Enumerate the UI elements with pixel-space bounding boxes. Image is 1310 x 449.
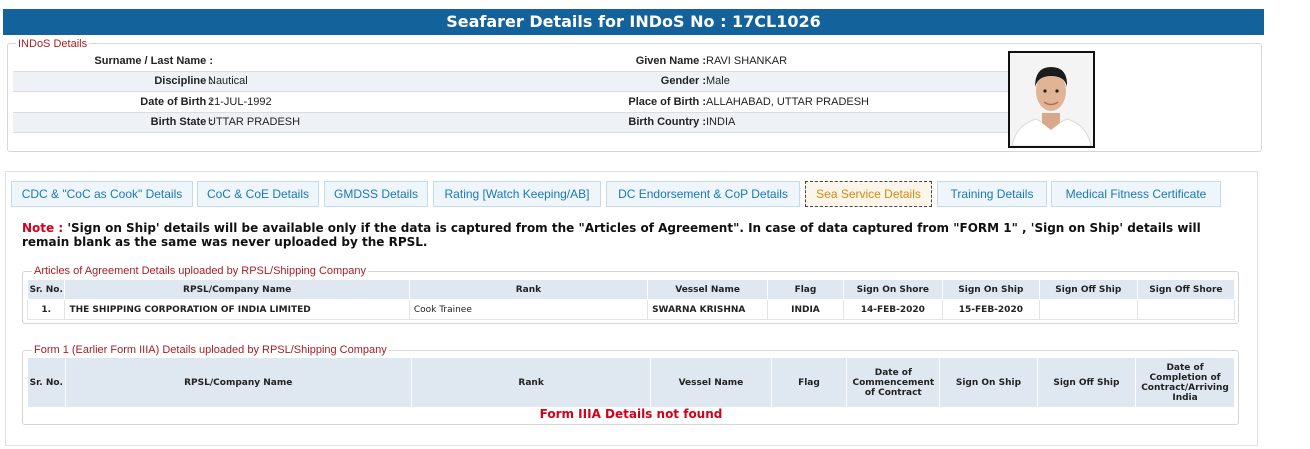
cell-sign-on-shore: 14-FEB-2020 — [842, 299, 943, 320]
note-text: 'Sign on Ship' details will be available… — [22, 221, 1201, 249]
col-rank: Rank — [410, 357, 652, 408]
page-title: Seafarer Details for INDoS No : 17CL1026 — [3, 9, 1264, 35]
col-sign-off-ship: Sign Off Ship — [1038, 279, 1138, 300]
given-name-value: RAVI SHANKAR — [706, 55, 788, 67]
indos-legend: INDoS Details — [16, 38, 90, 50]
col-completion: Date of Completion of Contract/Arriving … — [1135, 357, 1235, 408]
note-label: Note : — [22, 221, 64, 235]
col-company: RPSL/Company Name — [64, 279, 410, 300]
form1-not-found-message: Form IIIA Details not found — [539, 407, 723, 421]
tab-medical-fitness[interactable]: Medical Fitness Certificate — [1051, 181, 1221, 207]
cell-sr-no: 1. — [26, 299, 66, 320]
col-sign-off-shore: Sign Off Shore — [1136, 279, 1236, 300]
cell-sign-off-ship — [1038, 299, 1138, 320]
place-of-birth-value: ALLAHABAD, UTTAR PRADESH — [706, 96, 870, 108]
col-flag: Flag — [770, 357, 848, 408]
gender-label: Gender : — [660, 75, 706, 87]
surname-label: Surname / Last Name : — [94, 55, 213, 67]
articles-table: Sr. No. RPSL/Company Name Rank Vessel Na… — [26, 279, 1236, 320]
articles-legend: Articles of Agreement Details uploaded b… — [32, 265, 369, 277]
col-commencement: Date of Commencement of Contract — [846, 357, 941, 408]
birth-country-label: Birth Country : — [628, 116, 706, 128]
tab-sea-service[interactable]: Sea Service Details — [805, 181, 932, 207]
cell-vessel: SWARNA KRISHNA — [647, 299, 769, 320]
col-sr-no: Sr. No. — [27, 357, 66, 408]
cell-company: THE SHIPPING CORPORATION OF INDIA LIMITE… — [64, 299, 410, 320]
indos-row-state: Birth State : UTTAR PRADESH Birth Countr… — [13, 113, 1010, 133]
indos-row-birth: Date of Birth : 21-JUL-1992 Place of Bir… — [13, 93, 1010, 113]
col-sign-off-ship: Sign Off Ship — [1036, 357, 1137, 408]
birth-state-value: UTTAR PRADESH — [208, 116, 301, 128]
birth-country-value: INDIA — [706, 116, 736, 128]
form1-legend: Form 1 (Earlier Form IIIA) Details uploa… — [32, 344, 389, 356]
indos-row-name: Surname / Last Name : Given Name : RAVI … — [13, 52, 1010, 72]
table-header-row: Sr. No. RPSL/Company Name Rank Vessel Na… — [26, 279, 1236, 300]
sign-on-ship-note: Note : 'Sign on Ship' details will be av… — [22, 221, 1232, 249]
col-company: RPSL/Company Name — [64, 357, 412, 408]
place-of-birth-label: Place of Birth : — [628, 96, 706, 108]
form1-table: Sr. No. RPSL/Company Name Rank Vessel Na… — [27, 357, 1235, 408]
discipline-label: Discipline : — [154, 75, 213, 87]
col-sign-on-ship: Sign On Ship — [939, 357, 1038, 408]
tab-training[interactable]: Training Details — [937, 181, 1047, 207]
col-sign-on-shore: Sign On Shore — [842, 279, 943, 300]
tab-coc-coe[interactable]: CoC & CoE Details — [197, 181, 319, 207]
tab-gmdss[interactable]: GMDSS Details — [324, 181, 428, 207]
gender-value: Male — [706, 75, 730, 87]
cell-sign-on-ship: 15-FEB-2020 — [941, 299, 1040, 320]
table-row: 1. THE SHIPPING CORPORATION OF INDIA LIM… — [26, 299, 1236, 320]
cell-sign-off-shore — [1136, 299, 1236, 320]
table-header-row: Sr. No. RPSL/Company Name Rank Vessel Na… — [27, 357, 1235, 408]
col-flag: Flag — [767, 279, 844, 300]
indos-row-discipline: Discipline : Nautical Gender : Male — [13, 72, 1010, 92]
cell-rank: Cook Trainee — [408, 299, 649, 320]
dob-label: Date of Birth : — [140, 96, 213, 108]
tab-cdc-coc-cook[interactable]: CDC & "CoC as Cook" Details — [11, 181, 193, 207]
dob-value: 21-JUL-1992 — [208, 96, 272, 108]
col-sign-on-ship: Sign On Ship — [941, 279, 1040, 300]
col-vessel: Vessel Name — [650, 357, 772, 408]
col-sr-no: Sr. No. — [26, 279, 66, 300]
tab-dc-endorsement-cop[interactable]: DC Endorsement & CoP Details — [606, 181, 800, 207]
cell-flag: INDIA — [767, 299, 844, 320]
birth-state-label: Birth State : — [150, 116, 213, 128]
given-name-label: Given Name : — [635, 55, 706, 67]
col-vessel: Vessel Name — [647, 279, 769, 300]
col-rank: Rank — [408, 279, 649, 300]
tab-rating-watch-keeping[interactable]: Rating [Watch Keeping/AB] — [433, 181, 601, 207]
discipline-value: Nautical — [208, 75, 248, 87]
seafarer-photo — [1008, 51, 1095, 148]
